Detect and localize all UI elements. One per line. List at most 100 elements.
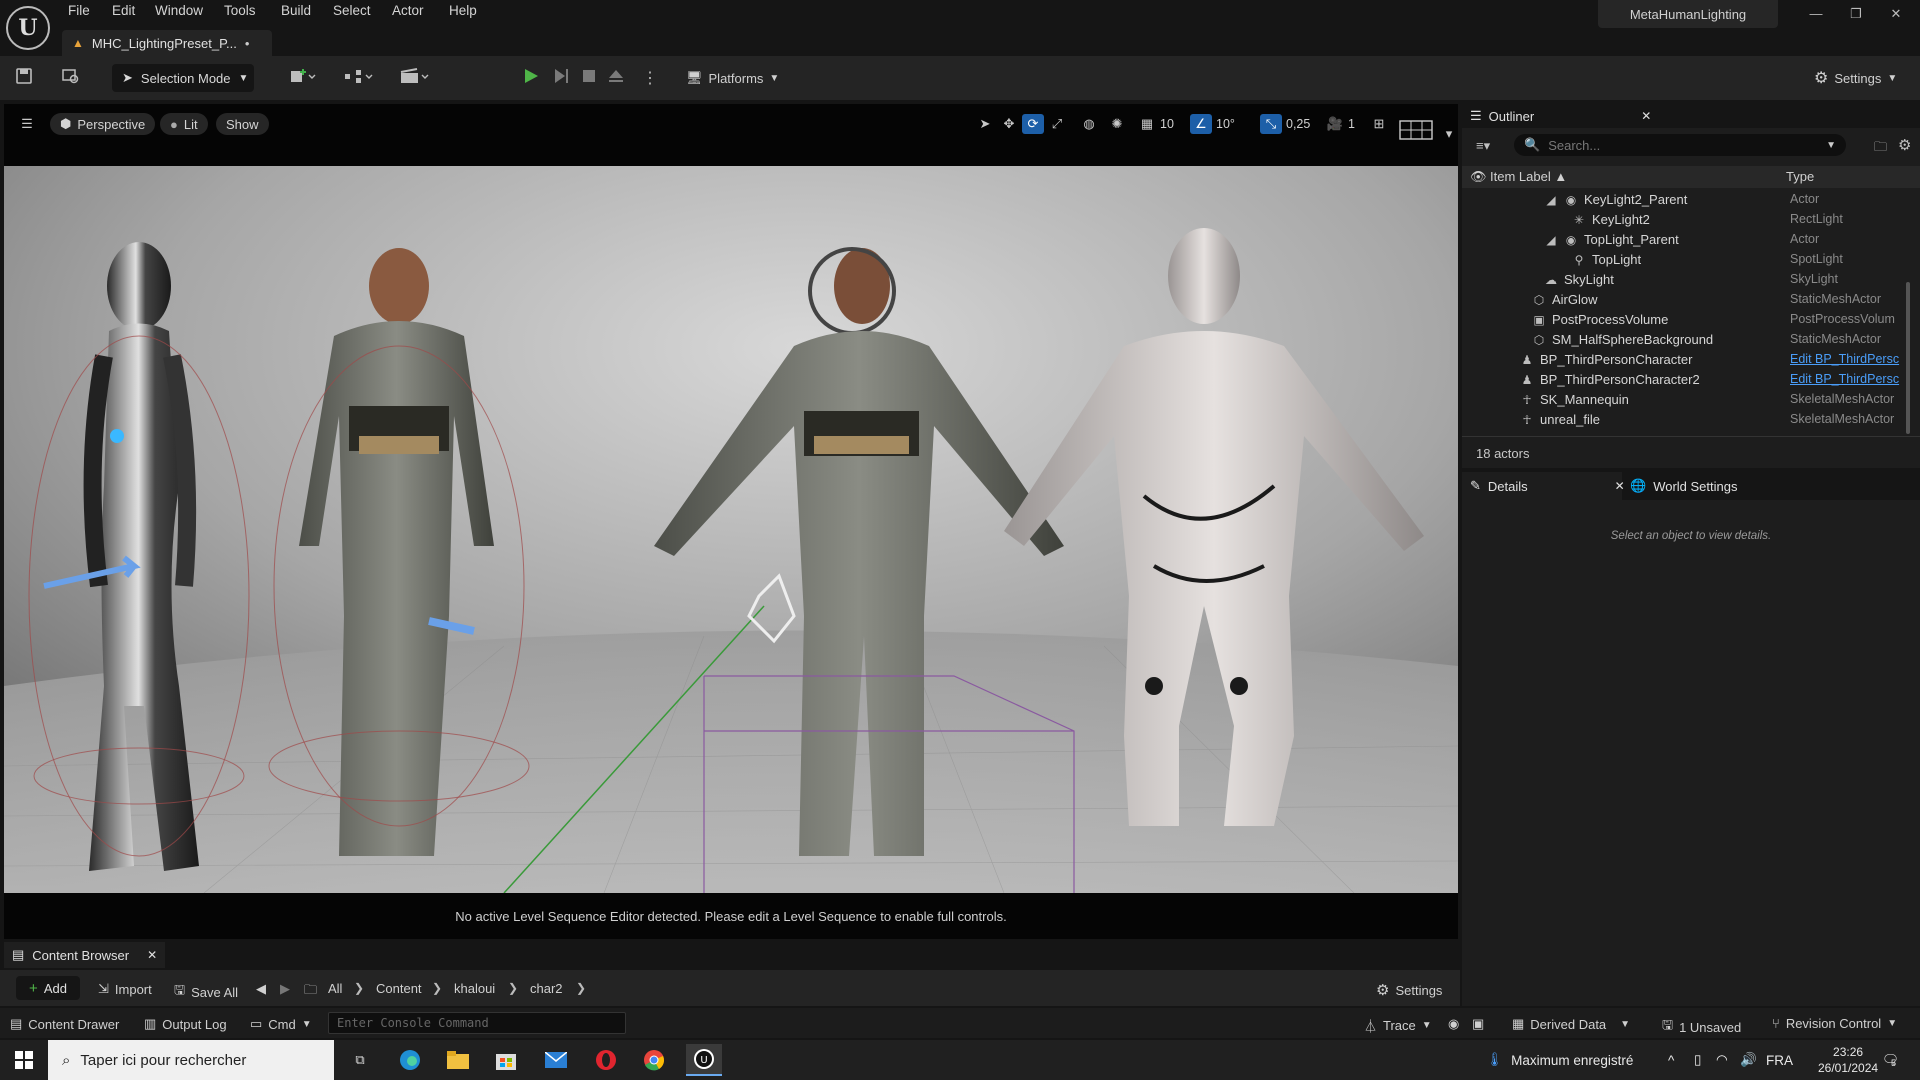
gear-icon[interactable]: ⚙ [1898, 136, 1911, 154]
tray-chevron-icon[interactable]: ^ [1668, 1040, 1674, 1080]
level-tab[interactable]: ▲ MHC_LightingPreset_P... • [62, 30, 272, 56]
opera-icon[interactable] [588, 1044, 624, 1076]
history-back-icon[interactable]: ◀ [256, 981, 266, 997]
hamburger-menu-icon[interactable]: ☰ [16, 114, 38, 134]
outliner-row[interactable]: ◢ ◉ TopLight_Parent Actor [1462, 230, 1908, 250]
close-icon[interactable]: ✕ [1641, 109, 1651, 123]
revision-control-dropdown[interactable]: ⑂ Revision Control ▼ [1772, 1016, 1897, 1031]
volume-icon[interactable]: 🔊 [1740, 1040, 1757, 1080]
selection-mode-dropdown[interactable]: ➤ Selection Mode ▼ [112, 64, 254, 92]
record-icon[interactable]: ◉ [1448, 1016, 1459, 1032]
rotation-snap-value[interactable]: 10° [1216, 114, 1235, 134]
play-icon[interactable] [522, 68, 540, 89]
world-space-icon[interactable]: ◍ [1078, 114, 1100, 134]
outliner-row[interactable]: ⚲ TopLight SpotLight [1462, 250, 1908, 270]
chrome-icon[interactable] [636, 1044, 672, 1076]
unreal-logo[interactable]: U [6, 6, 50, 50]
screenshot-icon[interactable]: ▣ [1472, 1016, 1484, 1032]
unsaved-button[interactable]: 🖫 1 Unsaved [1662, 1016, 1741, 1038]
menu-build[interactable]: Build [281, 3, 311, 18]
cinematics-icon[interactable] [400, 68, 430, 89]
weather-widget[interactable]: 🌡 Maximum enregistré [1486, 1040, 1633, 1080]
cmd-dropdown[interactable]: ▭ Cmd ▼ [250, 1016, 312, 1032]
outliner-row[interactable]: ⬡ SM_HalfSphereBackground StaticMeshActor [1462, 330, 1908, 350]
output-log-button[interactable]: ▥ Output Log [144, 1016, 227, 1032]
outliner-tab[interactable]: ☰ Outliner ✕ [1470, 104, 1651, 128]
outliner-scrollbar[interactable] [1906, 282, 1910, 434]
edit-blueprint-link[interactable]: Edit BP_ThirdPersc [1790, 352, 1908, 366]
platforms-dropdown[interactable]: 🖥 Platforms ▼ [686, 64, 779, 92]
folder-icon[interactable]: 🗀 [304, 981, 317, 1003]
settings-dropdown[interactable]: ⚙ Settings ▼ [1814, 68, 1897, 88]
rotation-snap-icon[interactable]: ∠ [1190, 114, 1212, 134]
col-type[interactable]: Type [1786, 169, 1814, 184]
camera-speed-icon[interactable]: 🎥 [1324, 114, 1346, 134]
scale-snap-icon[interactable]: ⤡ [1260, 114, 1282, 134]
menu-window[interactable]: Window [155, 3, 203, 18]
save-all-button[interactable]: 🖫 Save All [174, 981, 238, 1003]
notifications-icon[interactable]: 🗨 5 [1882, 1040, 1899, 1080]
grid-snap-icon[interactable]: ▦ [1136, 114, 1158, 134]
level-viewport[interactable]: ☰ ⬢ Perspective ● Lit Show ➤ ✥ ⟳ ⤢ ◍ ✺ ▦… [4, 104, 1458, 939]
file-explorer-icon[interactable] [440, 1044, 476, 1076]
collapse-arrow-icon[interactable]: ◢ [1544, 233, 1558, 247]
grid-snap-value[interactable]: 10 [1160, 114, 1174, 134]
language-indicator[interactable]: FRA [1766, 1040, 1793, 1080]
outliner-search-input[interactable]: 🔍 Search... ▼ [1514, 134, 1846, 156]
content-browser-settings[interactable]: ⚙ Settings [1376, 981, 1442, 999]
add-button[interactable]: + Add [16, 976, 80, 1000]
details-tab[interactable]: ✎ Details ✕ [1470, 474, 1625, 498]
new-folder-icon[interactable]: 🗀 [1874, 138, 1887, 160]
outliner-row[interactable]: ♟ BP_ThirdPersonCharacter Edit BP_ThirdPe… [1462, 350, 1908, 370]
close-icon[interactable]: ✕ [1615, 479, 1625, 493]
outliner-row[interactable]: ☥ unreal_file SkeletalMeshActor [1462, 410, 1908, 430]
menu-tools[interactable]: Tools [224, 3, 256, 18]
breadcrumb-all[interactable]: All [328, 981, 342, 996]
menu-help[interactable]: Help [449, 3, 477, 18]
wifi-icon[interactable]: ◠ [1716, 1040, 1728, 1080]
minimize-icon[interactable]: — [1806, 6, 1826, 21]
filter-icon[interactable]: ≡▾ [1476, 138, 1490, 154]
outliner-row[interactable]: ⬡ AirGlow StaticMeshActor [1462, 290, 1908, 310]
chevron-down-icon[interactable]: ▾ [1438, 124, 1460, 144]
clock[interactable]: 23:26 26/01/2024 [1818, 1040, 1878, 1080]
history-forward-icon[interactable]: ▶ [280, 981, 290, 997]
lit-button[interactable]: ● Lit [160, 113, 208, 135]
content-drawer-button[interactable]: ▤ Content Drawer [10, 1016, 119, 1032]
close-window-icon[interactable]: ✕ [1886, 6, 1906, 22]
scale-tool-icon[interactable]: ⤢ [1046, 114, 1068, 134]
breadcrumb-content[interactable]: Content [376, 981, 422, 996]
rotate-tool-icon[interactable]: ⟳ [1022, 114, 1044, 134]
menu-edit[interactable]: Edit [112, 3, 135, 18]
show-button[interactable]: Show [216, 113, 269, 135]
world-settings-tab[interactable]: 🌐 World Settings [1630, 474, 1737, 498]
visibility-eye-icon[interactable]: 👁 [1470, 169, 1487, 185]
col-item-label[interactable]: Item Label ▲ [1490, 169, 1567, 184]
mail-icon[interactable] [538, 1044, 574, 1076]
outliner-row[interactable]: ☥ SK_Mannequin SkeletalMeshActor [1462, 390, 1908, 410]
scale-snap-value[interactable]: 0,25 [1286, 114, 1310, 134]
menu-select[interactable]: Select [333, 3, 371, 18]
more-options-icon[interactable]: ⋮ [642, 68, 658, 88]
blueprint-icon[interactable] [344, 68, 374, 89]
close-icon[interactable]: ✕ [147, 948, 157, 962]
eject-icon[interactable] [608, 68, 624, 89]
select-tool-icon[interactable]: ➤ [974, 114, 996, 134]
translate-tool-icon[interactable]: ✥ [998, 114, 1020, 134]
step-icon[interactable] [552, 68, 570, 89]
breadcrumb-char2[interactable]: char2 [530, 981, 563, 996]
breadcrumb-khaloui[interactable]: khaloui [454, 981, 495, 996]
console-command-input[interactable]: Enter Console Command [328, 1012, 626, 1034]
outliner-row[interactable]: ◢ ◉ KeyLight2_Parent Actor [1462, 190, 1908, 210]
viewport-layout-icon[interactable] [1398, 120, 1434, 140]
outliner-row[interactable]: ✳ KeyLight2 RectLight [1462, 210, 1908, 230]
store-icon[interactable] [488, 1044, 524, 1076]
menu-actor[interactable]: Actor [392, 3, 424, 18]
task-view-icon[interactable]: ⧉ [342, 1044, 378, 1076]
camera-speed-value[interactable]: 1 [1348, 114, 1355, 134]
add-actor-icon[interactable] [290, 68, 316, 89]
outliner-row[interactable]: ▣ PostProcessVolume PostProcessVolum [1462, 310, 1908, 330]
derived-data-dropdown[interactable]: ▦ Derived Data ▼ [1512, 1016, 1630, 1032]
trace-dropdown[interactable]: ⏃ Trace ▼ [1364, 1016, 1432, 1035]
restore-icon[interactable]: ❐ [1846, 6, 1866, 22]
